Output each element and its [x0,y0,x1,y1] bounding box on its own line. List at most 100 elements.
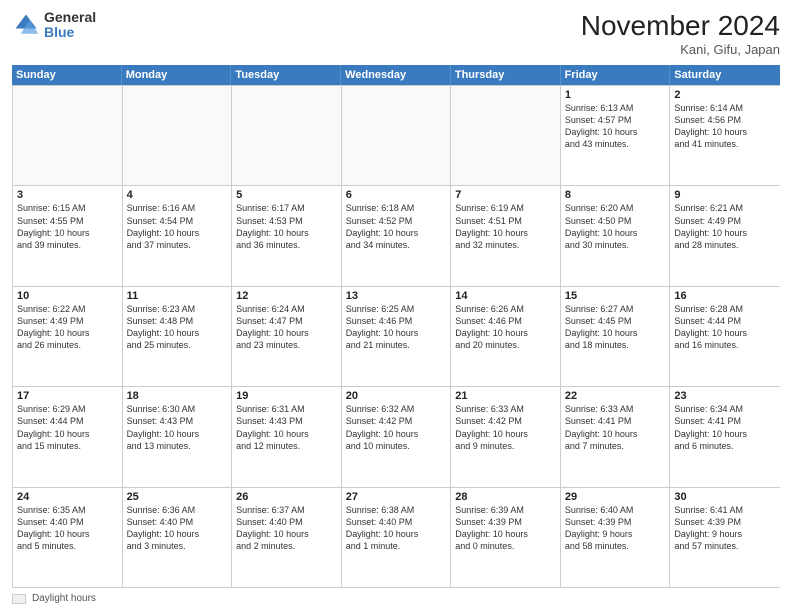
calendar-cell-w2-d5: 15Sunrise: 6:27 AM Sunset: 4:45 PM Dayli… [561,287,671,386]
logo-icon [12,11,40,39]
calendar-row-3: 17Sunrise: 6:29 AM Sunset: 4:44 PM Dayli… [13,386,780,486]
cell-info-w1-d1: Sunrise: 6:16 AM Sunset: 4:54 PM Dayligh… [127,202,228,251]
cell-info-w1-d5: Sunrise: 6:20 AM Sunset: 4:50 PM Dayligh… [565,202,666,251]
calendar-cell-w4-d6: 30Sunrise: 6:41 AM Sunset: 4:39 PM Dayli… [670,488,780,587]
calendar-body: 1Sunrise: 6:13 AM Sunset: 4:57 PM Daylig… [12,85,780,588]
cell-info-w1-d0: Sunrise: 6:15 AM Sunset: 4:55 PM Dayligh… [17,202,118,251]
day-number-w4-d6: 30 [674,491,776,503]
calendar-header: Sunday Monday Tuesday Wednesday Thursday… [12,65,780,85]
cell-info-w3-d0: Sunrise: 6:29 AM Sunset: 4:44 PM Dayligh… [17,403,118,452]
cell-info-w4-d0: Sunrise: 6:35 AM Sunset: 4:40 PM Dayligh… [17,504,118,553]
cell-info-w1-d3: Sunrise: 6:18 AM Sunset: 4:52 PM Dayligh… [346,202,447,251]
day-number-w1-d0: 3 [17,189,118,201]
calendar-cell-w1-d4: 7Sunrise: 6:19 AM Sunset: 4:51 PM Daylig… [451,186,561,285]
calendar-cell-w2-d0: 10Sunrise: 6:22 AM Sunset: 4:49 PM Dayli… [13,287,123,386]
calendar-cell-w4-d2: 26Sunrise: 6:37 AM Sunset: 4:40 PM Dayli… [232,488,342,587]
cell-info-w3-d4: Sunrise: 6:33 AM Sunset: 4:42 PM Dayligh… [455,403,556,452]
cell-info-w3-d3: Sunrise: 6:32 AM Sunset: 4:42 PM Dayligh… [346,403,447,452]
header-friday: Friday [561,65,671,85]
calendar-cell-w0-d1 [123,86,233,185]
cell-info-w3-d1: Sunrise: 6:30 AM Sunset: 4:43 PM Dayligh… [127,403,228,452]
day-number-w0-d5: 1 [565,89,666,101]
calendar-cell-w1-d2: 5Sunrise: 6:17 AM Sunset: 4:53 PM Daylig… [232,186,342,285]
logo: General Blue [12,10,96,41]
calendar-cell-w2-d4: 14Sunrise: 6:26 AM Sunset: 4:46 PM Dayli… [451,287,561,386]
calendar-cell-w1-d5: 8Sunrise: 6:20 AM Sunset: 4:50 PM Daylig… [561,186,671,285]
cell-info-w4-d3: Sunrise: 6:38 AM Sunset: 4:40 PM Dayligh… [346,504,447,553]
calendar-cell-w1-d0: 3Sunrise: 6:15 AM Sunset: 4:55 PM Daylig… [13,186,123,285]
calendar-cell-w4-d5: 29Sunrise: 6:40 AM Sunset: 4:39 PM Dayli… [561,488,671,587]
calendar-cell-w0-d6: 2Sunrise: 6:14 AM Sunset: 4:56 PM Daylig… [670,86,780,185]
calendar-cell-w3-d2: 19Sunrise: 6:31 AM Sunset: 4:43 PM Dayli… [232,387,342,486]
calendar-cell-w3-d6: 23Sunrise: 6:34 AM Sunset: 4:41 PM Dayli… [670,387,780,486]
calendar-cell-w4-d4: 28Sunrise: 6:39 AM Sunset: 4:39 PM Dayli… [451,488,561,587]
day-number-w1-d3: 6 [346,189,447,201]
day-number-w4-d4: 28 [455,491,556,503]
cell-info-w4-d1: Sunrise: 6:36 AM Sunset: 4:40 PM Dayligh… [127,504,228,553]
day-number-w0-d6: 2 [674,89,776,101]
cell-info-w2-d5: Sunrise: 6:27 AM Sunset: 4:45 PM Dayligh… [565,303,666,352]
day-number-w1-d4: 7 [455,189,556,201]
day-number-w4-d1: 25 [127,491,228,503]
title-area: November 2024 Kani, Gifu, Japan [581,10,780,57]
calendar-cell-w0-d4 [451,86,561,185]
day-number-w1-d2: 5 [236,189,337,201]
calendar-cell-w2-d6: 16Sunrise: 6:28 AM Sunset: 4:44 PM Dayli… [670,287,780,386]
calendar-cell-w1-d6: 9Sunrise: 6:21 AM Sunset: 4:49 PM Daylig… [670,186,780,285]
day-number-w3-d5: 22 [565,390,666,402]
cell-info-w2-d6: Sunrise: 6:28 AM Sunset: 4:44 PM Dayligh… [674,303,776,352]
cell-info-w4-d5: Sunrise: 6:40 AM Sunset: 4:39 PM Dayligh… [565,504,666,553]
day-number-w3-d2: 19 [236,390,337,402]
day-number-w3-d6: 23 [674,390,776,402]
day-number-w4-d0: 24 [17,491,118,503]
day-number-w1-d1: 4 [127,189,228,201]
calendar-cell-w2-d1: 11Sunrise: 6:23 AM Sunset: 4:48 PM Dayli… [123,287,233,386]
calendar-cell-w3-d5: 22Sunrise: 6:33 AM Sunset: 4:41 PM Dayli… [561,387,671,486]
day-number-w2-d0: 10 [17,290,118,302]
calendar-row-1: 3Sunrise: 6:15 AM Sunset: 4:55 PM Daylig… [13,185,780,285]
day-number-w2-d4: 14 [455,290,556,302]
cell-info-w1-d2: Sunrise: 6:17 AM Sunset: 4:53 PM Dayligh… [236,202,337,251]
calendar-row-0: 1Sunrise: 6:13 AM Sunset: 4:57 PM Daylig… [13,85,780,185]
calendar-cell-w4-d1: 25Sunrise: 6:36 AM Sunset: 4:40 PM Dayli… [123,488,233,587]
header-thursday: Thursday [451,65,561,85]
cell-info-w2-d4: Sunrise: 6:26 AM Sunset: 4:46 PM Dayligh… [455,303,556,352]
cell-info-w3-d5: Sunrise: 6:33 AM Sunset: 4:41 PM Dayligh… [565,403,666,452]
cell-info-w2-d1: Sunrise: 6:23 AM Sunset: 4:48 PM Dayligh… [127,303,228,352]
cell-info-w2-d2: Sunrise: 6:24 AM Sunset: 4:47 PM Dayligh… [236,303,337,352]
header-monday: Monday [122,65,232,85]
cell-info-w0-d5: Sunrise: 6:13 AM Sunset: 4:57 PM Dayligh… [565,102,666,151]
calendar: Sunday Monday Tuesday Wednesday Thursday… [12,65,780,588]
calendar-cell-w0-d2 [232,86,342,185]
calendar-cell-w3-d3: 20Sunrise: 6:32 AM Sunset: 4:42 PM Dayli… [342,387,452,486]
location: Kani, Gifu, Japan [581,42,780,57]
cell-info-w4-d4: Sunrise: 6:39 AM Sunset: 4:39 PM Dayligh… [455,504,556,553]
cell-info-w0-d6: Sunrise: 6:14 AM Sunset: 4:56 PM Dayligh… [674,102,776,151]
calendar-cell-w2-d2: 12Sunrise: 6:24 AM Sunset: 4:47 PM Dayli… [232,287,342,386]
cell-info-w2-d0: Sunrise: 6:22 AM Sunset: 4:49 PM Dayligh… [17,303,118,352]
header-tuesday: Tuesday [231,65,341,85]
day-number-w1-d6: 9 [674,189,776,201]
month-title: November 2024 [581,10,780,42]
calendar-cell-w2-d3: 13Sunrise: 6:25 AM Sunset: 4:46 PM Dayli… [342,287,452,386]
legend: Daylight hours [12,593,780,604]
calendar-cell-w3-d4: 21Sunrise: 6:33 AM Sunset: 4:42 PM Dayli… [451,387,561,486]
day-number-w3-d1: 18 [127,390,228,402]
legend-box [12,594,26,604]
cell-info-w3-d6: Sunrise: 6:34 AM Sunset: 4:41 PM Dayligh… [674,403,776,452]
cell-info-w1-d4: Sunrise: 6:19 AM Sunset: 4:51 PM Dayligh… [455,202,556,251]
calendar-cell-w1-d3: 6Sunrise: 6:18 AM Sunset: 4:52 PM Daylig… [342,186,452,285]
calendar-cell-w0-d5: 1Sunrise: 6:13 AM Sunset: 4:57 PM Daylig… [561,86,671,185]
calendar-cell-w0-d3 [342,86,452,185]
cell-info-w4-d2: Sunrise: 6:37 AM Sunset: 4:40 PM Dayligh… [236,504,337,553]
header-wednesday: Wednesday [341,65,451,85]
legend-label: Daylight hours [32,593,96,604]
day-number-w3-d4: 21 [455,390,556,402]
day-number-w2-d6: 16 [674,290,776,302]
day-number-w2-d5: 15 [565,290,666,302]
cell-info-w4-d6: Sunrise: 6:41 AM Sunset: 4:39 PM Dayligh… [674,504,776,553]
logo-general-text: General [44,10,96,25]
day-number-w4-d5: 29 [565,491,666,503]
calendar-cell-w3-d1: 18Sunrise: 6:30 AM Sunset: 4:43 PM Dayli… [123,387,233,486]
header-sunday: Sunday [12,65,122,85]
